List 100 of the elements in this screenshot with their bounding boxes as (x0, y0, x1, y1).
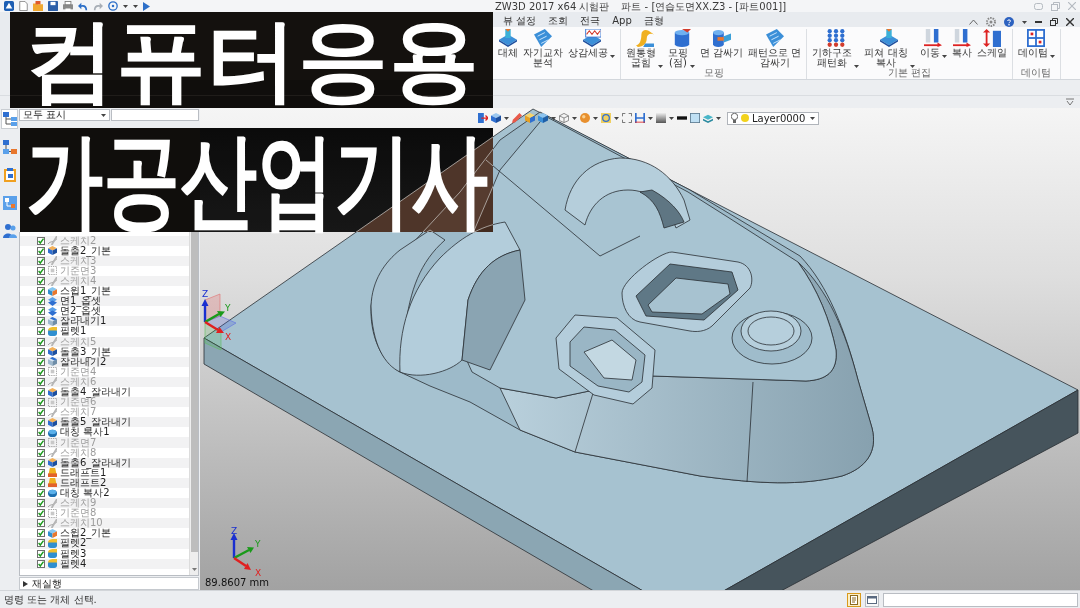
status-toggle-button[interactable] (847, 592, 861, 607)
ribbon-button[interactable]: 데이텀 (1015, 29, 1057, 58)
triangle-right-icon[interactable] (23, 580, 28, 587)
checkbox[interactable] (37, 478, 45, 487)
caret-icon[interactable] (690, 65, 695, 68)
checkbox[interactable] (37, 539, 45, 548)
ribbon-button[interactable]: 기하구조 패턴화 (810, 29, 862, 68)
checkbox[interactable] (37, 287, 45, 296)
caret-icon[interactable] (572, 116, 577, 120)
ribbon-button[interactable]: 복사 (949, 29, 974, 58)
caret-icon[interactable] (551, 116, 556, 120)
caret-icon[interactable] (941, 55, 947, 58)
ribbon-button[interactable]: 자기교차 분석 (521, 29, 565, 68)
checkbox[interactable] (37, 398, 45, 407)
tree-item[interactable]: 면1_옵셋 (20, 296, 189, 307)
line-weight-icon[interactable] (677, 113, 687, 123)
open-folder-icon[interactable] (33, 1, 43, 11)
side-tab[interactable] (1, 193, 18, 213)
caret-icon[interactable] (610, 55, 615, 58)
scroll-down-icon[interactable] (191, 568, 197, 571)
side-tab[interactable] (1, 165, 18, 185)
ribbon-button[interactable]: 스케일 (974, 29, 1009, 58)
status-toggle-button[interactable] (865, 592, 879, 607)
menu-tab[interactable]: App (608, 14, 636, 27)
chevron-up-icon[interactable] (969, 19, 978, 25)
ribbon-button[interactable]: 원통형 굽힘 (624, 29, 665, 68)
exit-icon[interactable] (478, 113, 488, 123)
caret-icon[interactable] (101, 113, 106, 117)
checkbox[interactable] (37, 438, 45, 447)
ribbon-button[interactable]: 모핑 (점) (666, 29, 697, 68)
cube-icon[interactable] (538, 113, 548, 123)
checkbox[interactable] (37, 246, 45, 255)
close-icon[interactable] (1066, 18, 1074, 26)
new-file-icon[interactable] (19, 1, 28, 11)
caret-icon[interactable] (658, 65, 663, 68)
checkbox[interactable] (37, 428, 45, 437)
checkbox[interactable] (37, 297, 45, 306)
checkbox[interactable] (37, 266, 45, 275)
checkbox[interactable] (37, 418, 45, 427)
checkbox[interactable] (37, 327, 45, 336)
side-tab[interactable] (1, 137, 18, 157)
tree-item[interactable]: 드래프트2 (20, 477, 189, 488)
fit-view-icon[interactable] (622, 113, 632, 123)
command-field[interactable] (883, 592, 1078, 607)
checkbox[interactable] (37, 468, 45, 477)
ribbon-button[interactable]: 상감세공 (566, 29, 617, 58)
caret-icon[interactable] (854, 65, 860, 68)
caret-icon[interactable] (669, 116, 674, 120)
checkbox[interactable] (37, 347, 45, 356)
shade-icon[interactable] (656, 113, 666, 123)
checkbox[interactable] (37, 307, 45, 316)
ribbon-button[interactable]: 피쳐 대칭 복사 (862, 29, 917, 68)
menu-tab[interactable]: 금형 (639, 14, 668, 27)
view-cube-icon[interactable] (491, 113, 501, 123)
ribbon-button[interactable]: 대체 (496, 29, 520, 58)
settings-icon[interactable] (986, 17, 996, 27)
tree-item[interactable]: 필렛4 (20, 558, 189, 569)
checkbox[interactable] (37, 317, 45, 326)
search-field[interactable] (111, 109, 199, 121)
layers-icon[interactable] (703, 113, 713, 123)
checkbox[interactable] (37, 277, 45, 285)
scrollbar-thumb[interactable] (190, 232, 198, 552)
scrollbar[interactable] (189, 232, 198, 575)
caret-icon[interactable] (1049, 55, 1055, 58)
caret-icon[interactable] (810, 116, 816, 120)
select-icon[interactable] (108, 1, 118, 11)
ribbon-button[interactable]: 패턴으로 면 감싸기 (746, 29, 804, 68)
pencil-icon[interactable] (512, 113, 522, 123)
box-icon[interactable] (525, 113, 535, 123)
checkbox[interactable] (37, 458, 45, 467)
menu-tab[interactable]: 전극 (576, 14, 605, 27)
ribbon-button[interactable]: 면 감싸기 (698, 29, 746, 58)
caret-icon[interactable] (593, 116, 598, 120)
caret-icon[interactable] (614, 116, 619, 120)
layer-dropdown[interactable]: Layer0000 (727, 111, 820, 125)
help-icon[interactable] (1004, 17, 1014, 27)
color-swatch-icon[interactable] (690, 113, 700, 123)
section-icon[interactable] (635, 113, 645, 123)
save-icon[interactable] (48, 1, 58, 11)
checkbox[interactable] (37, 377, 45, 386)
filter-dropdown[interactable]: 모두 표시 (19, 109, 110, 121)
caret-icon[interactable] (909, 65, 915, 68)
ribbon-button[interactable]: 이동 (917, 29, 949, 58)
tree-item[interactable]: 필렛2 (20, 538, 189, 549)
checkbox[interactable] (37, 337, 45, 346)
checkbox[interactable] (37, 357, 45, 366)
checkbox[interactable] (37, 256, 45, 265)
checkbox[interactable] (37, 559, 45, 568)
checkbox[interactable] (37, 509, 45, 518)
caret-icon[interactable] (504, 116, 509, 120)
checkbox[interactable] (37, 448, 45, 457)
checkbox[interactable] (37, 529, 45, 538)
tree-item[interactable]: 돌출5_잘라내기 (20, 417, 189, 428)
checkbox[interactable] (37, 367, 45, 376)
menu-tab[interactable]: 뷰 설정 (499, 14, 541, 27)
checkbox[interactable] (37, 408, 45, 417)
side-tab[interactable] (1, 109, 18, 129)
tree-item[interactable]: 잘라내기1 (20, 316, 189, 327)
collapse-icon[interactable] (1066, 98, 1074, 106)
caret-icon[interactable] (716, 116, 721, 120)
